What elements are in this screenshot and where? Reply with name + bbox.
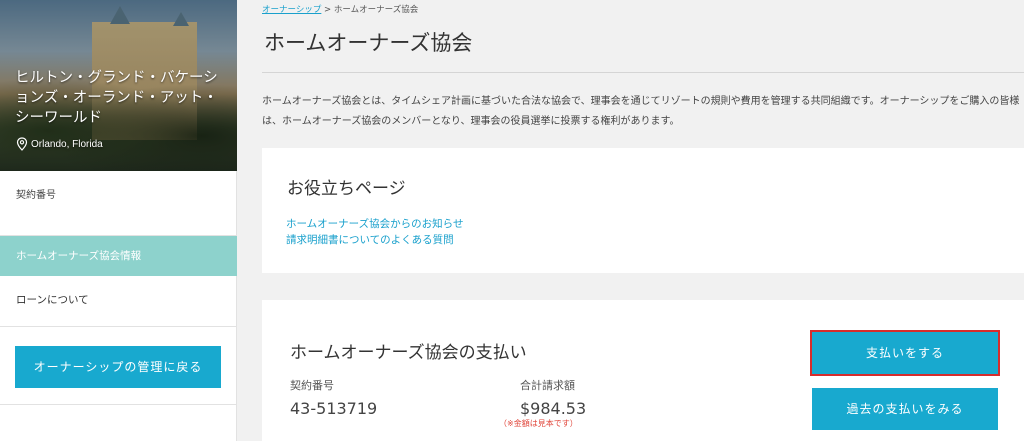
divider: [262, 72, 1024, 73]
breadcrumb-separator: >: [324, 5, 332, 15]
divider: [0, 326, 237, 327]
contract-number-value: 43-513719: [290, 399, 378, 418]
divider: [0, 404, 237, 405]
resort-name: ヒルトン・グランド・バケーションズ・オーランド・アット・シーワールド: [15, 70, 218, 126]
payment-history-button[interactable]: 過去の支払いをみる: [812, 388, 998, 430]
breadcrumb-link-ownership[interactable]: オーナーシップ: [262, 5, 321, 15]
sidebar: ヒルトン・グランド・バケーションズ・オーランド・アット・シーワールド Orlan…: [0, 0, 237, 441]
total-amount-label: 合計請求額: [520, 379, 575, 392]
breadcrumb: オーナーシップ > ホームオーナーズ協会: [262, 3, 418, 15]
intro-text: ホームオーナーズ協会とは、タイムシェア計画に基づいた合法な協会で、理事会を通じて…: [262, 96, 1020, 127]
statement-faq-link[interactable]: 請求明細書についてのよくある質問: [286, 232, 454, 247]
location-label: Orlando, Florida: [31, 138, 103, 150]
payment-title: ホームオーナーズ協会の支払い: [290, 343, 527, 363]
sidebar-item-hoa-info[interactable]: ホームオーナーズ協会情報: [0, 236, 237, 276]
sidebar-contract-label: 契約番号: [16, 190, 56, 201]
hoa-payment-card: ホームオーナーズ協会の支払い 契約番号 43-513719 合計請求額 $984…: [262, 300, 1024, 441]
make-payment-button[interactable]: 支払いをする: [810, 330, 1000, 376]
useful-pages-title: お役立ちページ: [287, 179, 406, 199]
resort-hero-image: ヒルトン・グランド・バケーションズ・オーランド・アット・シーワールド Orlan…: [0, 0, 237, 171]
map-pin-icon: [16, 137, 28, 151]
breadcrumb-current: ホームオーナーズ協会: [333, 5, 419, 15]
page-title: ホームオーナーズ協会: [264, 31, 473, 55]
sample-amount-note: （※金額は見本です）: [499, 419, 578, 428]
sidebar-item-loan[interactable]: ローンについて: [16, 292, 89, 307]
useful-pages-card: お役立ちページ ホームオーナーズ協会からのお知らせ 請求明細書についてのよくある…: [262, 148, 1024, 273]
back-to-ownership-button[interactable]: オーナーシップの管理に戻る: [15, 346, 221, 388]
hoa-notices-link[interactable]: ホームオーナーズ協会からのお知らせ: [286, 216, 463, 231]
contract-number-label: 契約番号: [290, 379, 334, 392]
resort-location: Orlando, Florida: [16, 137, 103, 151]
total-amount-value: $984.53: [520, 399, 587, 418]
